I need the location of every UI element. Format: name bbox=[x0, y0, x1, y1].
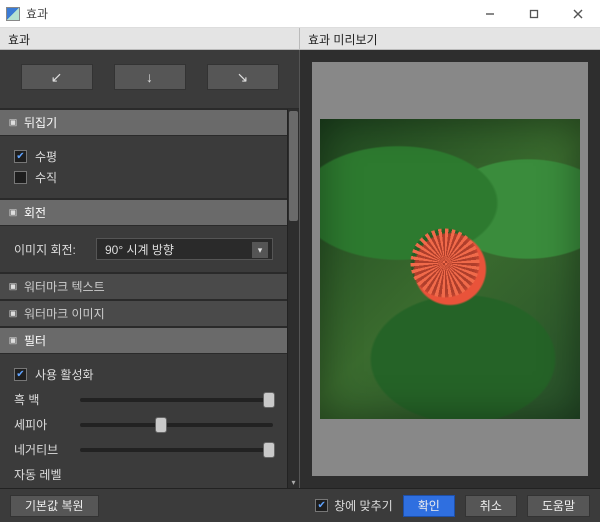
checkbox-horizontal[interactable]: ✔ bbox=[14, 150, 27, 163]
slider-autolevel-label: 자동 레벨 bbox=[14, 466, 70, 483]
checkbox-vertical[interactable] bbox=[14, 171, 27, 184]
scroll-down-icon[interactable]: ▾ bbox=[288, 476, 299, 488]
checkbox-enable-filter-label: 사용 활성화 bbox=[35, 366, 94, 383]
arrow-down-right-icon: ↘ bbox=[237, 69, 249, 86]
slider-negative-thumb[interactable] bbox=[263, 442, 275, 458]
section-flip-header[interactable]: ▣ 뒤집기 bbox=[0, 109, 287, 136]
disclosure-minus-icon: ▣ bbox=[8, 118, 18, 128]
app-icon bbox=[6, 7, 20, 21]
disclosure-minus-icon: ▣ bbox=[8, 336, 18, 346]
arrow-down-right-button[interactable]: ↘ bbox=[207, 64, 279, 90]
slider-negative-label: 네거티브 bbox=[14, 441, 70, 458]
effects-panel-header: 효과 bbox=[0, 28, 300, 49]
close-icon bbox=[573, 9, 583, 19]
slider-bw-label: 흑 백 bbox=[14, 391, 70, 408]
slider-bw-thumb[interactable] bbox=[263, 392, 275, 408]
section-wmtext-title: 워터마크 텍스트 bbox=[24, 278, 105, 295]
checkbox-horizontal-label: 수평 bbox=[35, 148, 57, 165]
preview-panel-header: 효과 미리보기 bbox=[300, 28, 600, 49]
arrow-down-button[interactable]: ↓ bbox=[114, 64, 186, 90]
section-wmimage-title: 워터마크 이미지 bbox=[24, 305, 105, 322]
restore-defaults-button[interactable]: 기본값 복원 bbox=[10, 495, 99, 517]
chevron-down-icon: ▾ bbox=[252, 242, 268, 258]
section-filter-header[interactable]: ▣ 필터 bbox=[0, 327, 287, 354]
checkbox-fit-window-label: 창에 맞추기 bbox=[334, 497, 393, 514]
preview-viewport bbox=[312, 62, 588, 476]
ok-button[interactable]: 확인 bbox=[403, 495, 455, 517]
arrow-down-icon: ↓ bbox=[146, 69, 153, 85]
rotate-select-value: 90° 시계 방향 bbox=[105, 243, 174, 257]
slider-sepia-thumb[interactable] bbox=[155, 417, 167, 433]
help-button[interactable]: 도움말 bbox=[527, 495, 590, 517]
slider-autolevel[interactable] bbox=[80, 473, 273, 477]
effects-scrollbar[interactable]: ▾ bbox=[287, 109, 299, 488]
checkbox-enable-filter[interactable]: ✔ bbox=[14, 368, 27, 381]
maximize-button[interactable] bbox=[512, 0, 556, 28]
window-title: 효과 bbox=[26, 5, 48, 22]
section-rotate-title: 회전 bbox=[24, 204, 46, 221]
slider-bw[interactable] bbox=[80, 398, 273, 402]
section-flip-title: 뒤집기 bbox=[24, 114, 57, 131]
minimize-button[interactable] bbox=[468, 0, 512, 28]
close-button[interactable] bbox=[556, 0, 600, 28]
section-wmtext-header[interactable]: ▣ 워터마크 텍스트 bbox=[0, 273, 287, 300]
cancel-button[interactable]: 취소 bbox=[465, 495, 517, 517]
maximize-icon bbox=[529, 9, 539, 19]
section-filter-title: 필터 bbox=[24, 332, 46, 349]
disclosure-minus-icon: ▣ bbox=[8, 208, 18, 218]
preview-image bbox=[320, 119, 580, 419]
arrow-down-left-button[interactable]: ↙ bbox=[21, 64, 93, 90]
arrow-down-left-icon: ↙ bbox=[51, 69, 63, 86]
checkbox-fit-window[interactable]: ✔ bbox=[315, 499, 328, 512]
slider-sepia[interactable] bbox=[80, 423, 273, 427]
rotate-select[interactable]: 90° 시계 방향 ▾ bbox=[96, 238, 273, 260]
section-wmimage-header[interactable]: ▣ 워터마크 이미지 bbox=[0, 300, 287, 327]
section-rotate-header[interactable]: ▣ 회전 bbox=[0, 199, 287, 226]
checkbox-vertical-label: 수직 bbox=[35, 169, 57, 186]
scrollbar-thumb[interactable] bbox=[289, 111, 298, 221]
disclosure-plus-icon: ▣ bbox=[8, 309, 18, 319]
slider-sepia-label: 세피아 bbox=[14, 416, 70, 433]
minimize-icon bbox=[485, 9, 495, 19]
disclosure-plus-icon: ▣ bbox=[8, 282, 18, 292]
rotate-label: 이미지 회전: bbox=[14, 241, 84, 258]
slider-negative[interactable] bbox=[80, 448, 273, 452]
